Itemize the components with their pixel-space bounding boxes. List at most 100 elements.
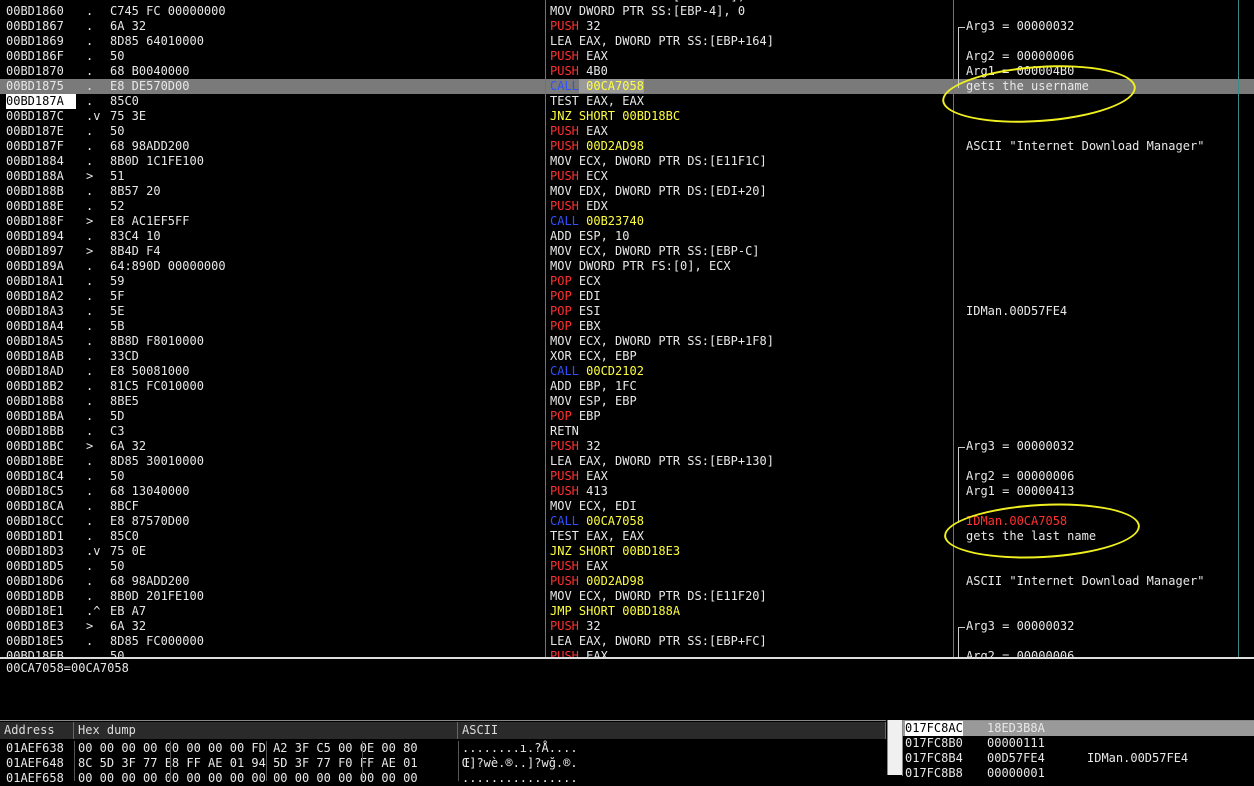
disasm-row[interactable]: 00BD1867. 6A 32 PUSH 32 Arg3 = 00000032 bbox=[0, 19, 1254, 34]
disasm-row[interactable]: 00BD1869. 8D85 64010000 LEA EAX, DWORD PTR… bbox=[0, 34, 1254, 49]
disasm-row[interactable]: 00BD187F. 68 98ADD200 PUSH 00D2AD98 ASCII "… bbox=[0, 139, 1254, 154]
dump-ascii: Œ]?wè.®..]?wğ.®. bbox=[462, 756, 578, 770]
disasm-instruction: JNZ SHORT 00BD18E3 bbox=[550, 544, 950, 559]
disasm-row[interactable]: 00BD18A5. 8B8D F8010000 MOV ECX, DWORD PTR… bbox=[0, 334, 1254, 349]
hex-dump-pane[interactable]: Address Hex dump ASCII 01AEF638 00 00 00 … bbox=[0, 720, 886, 785]
disasm-instruction: PUSH 4B0 bbox=[550, 64, 950, 79]
disasm-row[interactable]: 00BD18C4. 50 PUSH EAX Arg2 = 00000006 bbox=[0, 469, 1254, 484]
disasm-address: 00BD18DB bbox=[6, 589, 64, 603]
disasm-instruction: PUSH 00D2AD98 bbox=[550, 139, 950, 154]
disasm-instruction: ADD ESP, 10 bbox=[550, 229, 950, 244]
instruction-part: POP bbox=[550, 409, 572, 423]
dump-scrollbar[interactable] bbox=[887, 720, 902, 775]
instruction-part: PUSH bbox=[550, 49, 579, 63]
disasm-row[interactable]: 00BD18E5. 8D85 FC000000 LEA EAX, DWORD PTR… bbox=[0, 634, 1254, 649]
disasm-row[interactable]: 00BD18BA. 5D POP EBP bbox=[0, 409, 1254, 424]
disasm-hex: 8B4D F4 bbox=[110, 244, 161, 258]
disasm-row[interactable]: 00BD18E3 >6A 32 PUSH 32 Arg3 = 00000032 bbox=[0, 619, 1254, 634]
disasm-row[interactable]: 00BD18D3 .v 75 0E JNZ SHORT 00BD18E3 bbox=[0, 544, 1254, 559]
disasm-row[interactable]: 00BD1894. 83C4 10 ADD ESP, 10 bbox=[0, 229, 1254, 244]
disasm-row[interactable]: 00BD18DB. 8B0D 201FE100 MOV ECX, DWORD PTR… bbox=[0, 589, 1254, 604]
disasm-comment: Arg2 = 00000006 bbox=[966, 49, 1075, 63]
disasm-instruction: POP EBP bbox=[550, 409, 950, 424]
disasm-row[interactable]: 00BD18B8. 8BE5 MOV ESP, EBP bbox=[0, 394, 1254, 409]
dump-header-hex[interactable]: Hex dump bbox=[74, 722, 458, 739]
disasm-hex: 68 13040000 bbox=[110, 484, 190, 498]
disasm-comment: IDMan.00D57FE4 bbox=[966, 304, 1068, 318]
disasm-hex: 83C4 10 bbox=[110, 229, 161, 243]
disasm-row[interactable]: 00BD1875. E8 DE570D00 CALL 00CA7058 gets th… bbox=[0, 79, 1254, 94]
disasm-row[interactable]: 00BD187C .v 75 3E JNZ SHORT 00BD18BC bbox=[0, 109, 1254, 124]
disasm-row[interactable]: 00BD18BE. 8D85 30010000 LEA EAX, DWORD PTR… bbox=[0, 454, 1254, 469]
disasm-instruction: PUSH 32 bbox=[550, 439, 950, 454]
instruction-part: MOV ECX, DWORD PTR SS:[EBP-C] bbox=[550, 244, 760, 258]
disasm-instruction: PUSH EAX bbox=[550, 49, 950, 64]
disasm-row[interactable]: 00BD187A. 85C0 TEST EAX, EAX bbox=[0, 94, 1254, 109]
instruction-part: PUSH bbox=[550, 574, 579, 588]
disasm-instruction: MOV DWORD PTR SS:[EBP-4], 0 bbox=[550, 4, 950, 19]
stack-row[interactable]: 017FC8AC 18ED3B8A bbox=[903, 721, 1254, 736]
disasm-row[interactable]: 00BD18A4. 5B POP EBX bbox=[0, 319, 1254, 334]
disasm-address: 00BD1869 bbox=[6, 34, 64, 48]
disasm-address: 00BD1870 bbox=[6, 64, 64, 78]
disasm-address: 00BD187A bbox=[6, 94, 76, 109]
disasm-row[interactable]: 00BD188B. 8B57 20 MOV EDX, DWORD PTR DS:[E… bbox=[0, 184, 1254, 199]
disasm-hex: 6A 32 bbox=[110, 619, 147, 633]
stack-row[interactable]: 017FC8B4 00D57FE4 IDMan.00D57FE4 bbox=[903, 751, 1254, 766]
disasm-row[interactable]: 00BD18AB. 33CD XOR ECX, EBP bbox=[0, 349, 1254, 364]
disassembly-pane[interactable]: 00BD185A.89B5 ECFEFFFFMOV DWORD PTR SS:[… bbox=[0, 0, 1254, 657]
disasm-row[interactable]: 00BD186F. 50 PUSH EAX Arg2 = 00000006 bbox=[0, 49, 1254, 64]
instruction-part: ADD ESP, 10 bbox=[550, 229, 630, 243]
dump-hex: 00 00 00 00 00 00 00 00 00 00 00 00 00 0… bbox=[78, 771, 418, 785]
disasm-hex: 5E bbox=[110, 304, 125, 318]
disasm-row[interactable]: 00BD18EB. 50 PUSH EAX Arg2 = 00000006 bbox=[0, 649, 1254, 657]
dump-column-divider bbox=[458, 741, 459, 781]
stack-row[interactable]: 017FC8B0 00000111 bbox=[903, 736, 1254, 751]
disasm-row[interactable]: 00BD18CA. 8BCF MOV ECX, EDI bbox=[0, 499, 1254, 514]
disasm-row[interactable]: 00BD18D1. 85C0 TEST EAX, EAX gets the last … bbox=[0, 529, 1254, 544]
disasm-row[interactable]: 00BD18BB. C3 RETN bbox=[0, 424, 1254, 439]
disasm-row[interactable]: 00BD18AD. E8 50081000 CALL 00CD2102 bbox=[0, 364, 1254, 379]
instruction-part: PUSH bbox=[550, 619, 579, 633]
instruction-part: EAX bbox=[578, 649, 608, 657]
disasm-row[interactable]: 00BD18A1. 59 POP ECX bbox=[0, 274, 1254, 289]
disasm-row[interactable]: 00BD1897 >8B4D F4 MOV ECX, DWORD PTR SS:[E… bbox=[0, 244, 1254, 259]
disasm-row[interactable]: 00BD18BC >6A 32 PUSH 32 Arg3 = 00000032 bbox=[0, 439, 1254, 454]
disasm-row[interactable]: 00BD18E1 .^ EB A7 JMP SHORT 00BD188A bbox=[0, 604, 1254, 619]
disasm-row[interactable]: 00BD188A >51 PUSH ECX bbox=[0, 169, 1254, 184]
instruction-part: LEA EAX, DWORD PTR SS:[EBP+130] bbox=[550, 454, 774, 468]
disasm-row[interactable]: 00BD188F > E8 AC1EF5FF CALL 00B23740 bbox=[0, 214, 1254, 229]
disasm-row[interactable]: 00BD1860. C745 FC 00000000 MOV DWORD PTR S… bbox=[0, 4, 1254, 19]
disasm-hex: 81C5 FC010000 bbox=[110, 379, 204, 393]
disasm-row[interactable]: 00BD188E. 52 PUSH EDX bbox=[0, 199, 1254, 214]
disasm-row[interactable]: 00BD18CC. E8 87570D00 CALL 00CA7058 IDMan.0… bbox=[0, 514, 1254, 529]
disasm-row[interactable]: 00BD1884. 8B0D 1C1FE100 MOV ECX, DWORD PTR… bbox=[0, 154, 1254, 169]
disasm-row[interactable]: 00BD18B2. 81C5 FC010000 ADD EBP, 1FC bbox=[0, 379, 1254, 394]
disasm-address: 00BD18A2 bbox=[6, 289, 64, 303]
stack-address: 017FC8B8 bbox=[905, 766, 963, 780]
instruction-part: 00CA7058 bbox=[578, 514, 644, 528]
stack-row[interactable]: 017FC8B8 00000001 bbox=[903, 766, 1254, 781]
disasm-instruction: PUSH 32 bbox=[550, 19, 950, 34]
stack-pane[interactable]: 017FC8AC 18ED3B8A 017FC8B0 00000111 017FC8B4… bbox=[902, 720, 1254, 780]
disasm-row[interactable]: 00BD18D6. 68 98ADD200 PUSH 00D2AD98 ASCII "… bbox=[0, 574, 1254, 589]
disasm-row[interactable]: 00BD18D5. 50 PUSH EAX bbox=[0, 559, 1254, 574]
stack-address: 017FC8B4 bbox=[905, 751, 963, 765]
column-divider bbox=[1238, 0, 1239, 657]
disasm-row[interactable]: 00BD18A3. 5E POP ESI IDMan.00D57FE4 bbox=[0, 304, 1254, 319]
instruction-part: POP bbox=[550, 289, 572, 303]
dump-address: 01AEF648 bbox=[6, 756, 64, 770]
disasm-instruction: JMP SHORT 00BD188A bbox=[550, 604, 950, 619]
disasm-row[interactable]: 00BD1870. 68 B0040000 PUSH 4B0 Arg1 = 00000… bbox=[0, 64, 1254, 79]
disasm-address: 00BD1894 bbox=[6, 229, 64, 243]
disasm-row[interactable]: 00BD189A. 64:890D 00000000 MOV DWORD PTR F… bbox=[0, 259, 1254, 274]
dump-header-ascii[interactable]: ASCII bbox=[458, 722, 886, 739]
dump-header-address[interactable]: Address bbox=[0, 722, 74, 739]
disasm-row[interactable]: 00BD18C5. 68 13040000 PUSH 413 Arg1 = 00000… bbox=[0, 484, 1254, 499]
disasm-row[interactable]: 00BD187E. 50 PUSH EAX bbox=[0, 124, 1254, 139]
disasm-row[interactable]: 00BD18A2. 5F POP EDI bbox=[0, 289, 1254, 304]
disasm-hex: C745 FC 00000000 bbox=[110, 4, 226, 18]
instruction-part: PUSH bbox=[550, 139, 579, 153]
disasm-address: 00BD18B2 bbox=[6, 379, 64, 393]
disasm-address: 00BD188B bbox=[6, 184, 64, 198]
